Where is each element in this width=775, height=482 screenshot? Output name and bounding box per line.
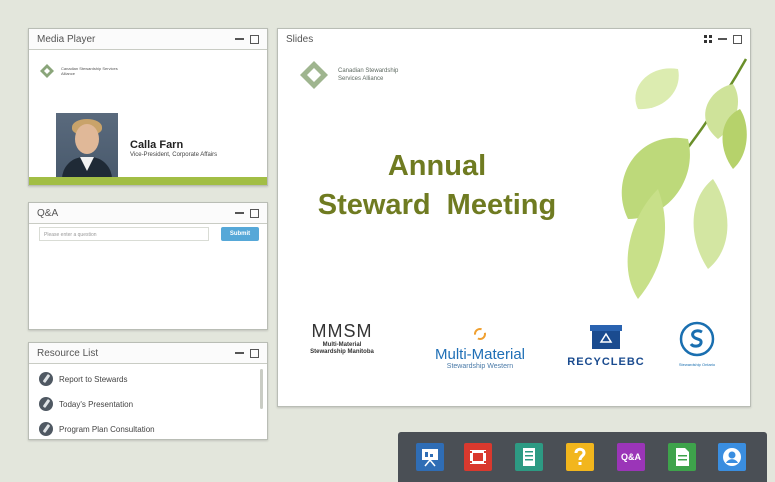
presentation-icon: [422, 449, 438, 467]
video-button[interactable]: [464, 443, 492, 471]
media-player-header: Media Player: [29, 29, 267, 50]
resource-item-label: Today's Presentation: [59, 399, 134, 409]
help-button[interactable]: [566, 443, 594, 471]
mmw-name: Multi-Material: [434, 346, 525, 363]
resource-list-header: Resource List: [29, 343, 267, 364]
mmsm-logo: MMSM Multi-Material Stewardship Manitoba: [292, 321, 392, 356]
mmw-sub: Stewardship Western: [446, 363, 514, 370]
stewardship-ontario-icon: [679, 321, 715, 357]
document-icon: [676, 448, 689, 466]
notes-button[interactable]: [515, 443, 543, 471]
resource-item[interactable]: Report to Stewards: [39, 372, 127, 386]
qa-header: Q&A: [29, 203, 267, 224]
recyclebc-name: RECYCLEBC: [567, 356, 645, 368]
recyclebc-logo: RECYCLEBC: [566, 323, 646, 368]
cssa-logo: Canadian Stewardship Services Alliance: [39, 63, 131, 79]
submit-button[interactable]: Submit: [221, 227, 259, 241]
cssa-logo-icon: [300, 61, 328, 89]
stewardship-ontario-logo: Stewardship Ontario: [662, 321, 732, 367]
media-player-panel: Media Player Canadian Stewardship Servic…: [28, 28, 268, 186]
slide-org-line1: Canadian Stewardship: [338, 68, 399, 74]
link-icon: [39, 372, 53, 386]
link-icon: [39, 397, 53, 411]
media-player-title: Media Player: [37, 33, 96, 45]
minimize-icon[interactable]: [235, 212, 244, 214]
mmsm-sub2: Stewardship Manitoba: [310, 349, 374, 355]
speaker-title: Vice-President, Corporate Affairs: [130, 152, 218, 158]
heading-line2: Steward Meeting: [317, 189, 557, 221]
notes-icon: [523, 448, 535, 466]
leaves-illustration: [621, 58, 748, 299]
resource-list-panel: Resource List Report to Stewards Today's…: [28, 342, 268, 440]
app-toolbar: Q&A: [398, 432, 767, 482]
presentation-button[interactable]: [416, 443, 444, 471]
mmsm-name: MMSM: [311, 321, 373, 341]
speaker-photo: [56, 113, 118, 185]
maximize-icon[interactable]: [250, 348, 259, 358]
slide-org-line2: Services Alliance: [338, 76, 384, 82]
qa-icon: Q&A: [621, 452, 641, 462]
resource-item-label: Report to Stewards: [59, 374, 128, 384]
qa-panel: Q&A Please enter a question Submit: [28, 202, 268, 330]
so-name: Stewardship Ontario: [678, 362, 716, 367]
player-progress-strip: [29, 177, 267, 185]
maximize-icon[interactable]: [733, 34, 742, 44]
document-button[interactable]: [668, 443, 696, 471]
video-icon: [470, 450, 486, 464]
mmsm-sub1: Multi-Material: [322, 342, 362, 348]
slides-panel: Slides Canadian Stewardship Services All…: [277, 28, 751, 407]
cssa-logo-icon: [40, 64, 54, 78]
link-icon: [39, 422, 53, 436]
help-icon: [574, 447, 586, 465]
maximize-icon[interactable]: [250, 34, 259, 44]
recycle-bin-icon: [590, 325, 622, 349]
resource-scrollbar[interactable]: [260, 369, 263, 409]
minimize-icon[interactable]: [235, 352, 244, 354]
qa-title: Q&A: [37, 207, 59, 219]
resource-list-title: Resource List: [37, 347, 99, 359]
resource-item-label: Program Plan Consultation: [59, 424, 155, 434]
speaker-name: Calla Farn: [130, 139, 184, 151]
mmw-logo: Multi-Material Stewardship Western: [420, 327, 540, 370]
org-name: Canadian Stewardship Services Alliance: [61, 66, 118, 76]
profile-icon: [723, 448, 741, 466]
question-input[interactable]: Please enter a question: [39, 227, 209, 241]
recycle-icon: [474, 328, 486, 340]
maximize-icon[interactable]: [250, 208, 259, 218]
resource-item[interactable]: Today's Presentation: [39, 397, 133, 411]
minimize-icon[interactable]: [235, 38, 244, 40]
slides-header: Slides: [278, 29, 750, 49]
slides-title: Slides: [286, 33, 314, 45]
minimize-icon[interactable]: [718, 38, 727, 40]
heading-line1: Annual: [387, 150, 487, 182]
grid-view-icon[interactable]: [704, 35, 712, 43]
qa-button[interactable]: Q&A: [617, 443, 645, 471]
resource-item[interactable]: Program Plan Consultation: [39, 422, 155, 436]
slide-heading: Annual Steward Meeting: [292, 147, 582, 225]
profile-button[interactable]: [718, 443, 746, 471]
cssa-slide-logo: Canadian Stewardship Services Alliance: [298, 59, 398, 91]
